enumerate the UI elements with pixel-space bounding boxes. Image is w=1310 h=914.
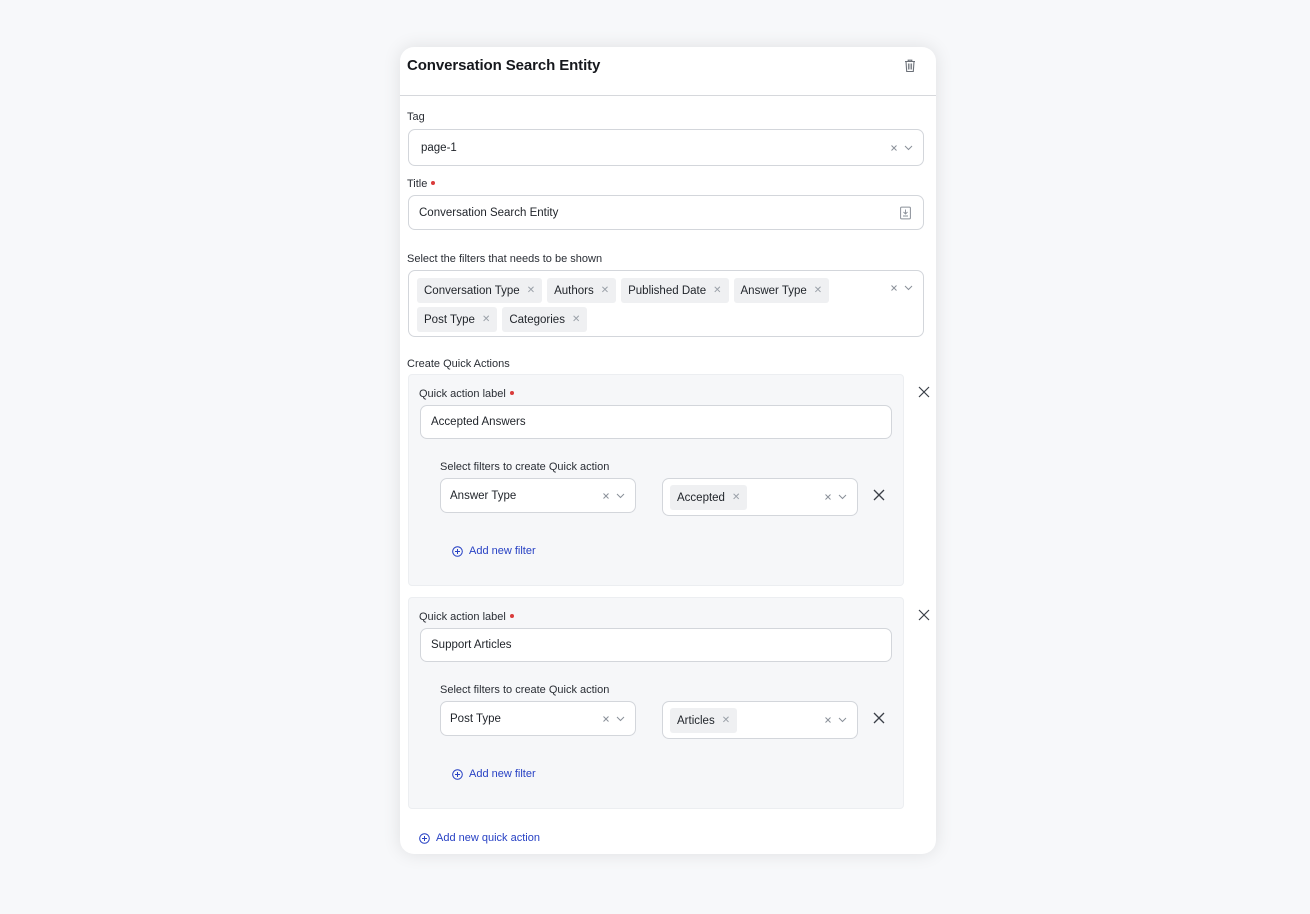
filter-values-multiselect[interactable]: Accepted ✕ [662,478,858,516]
filter-chip: Authors ✕ [547,278,617,303]
plus-circle-icon [452,768,463,780]
chip-label: Articles [677,714,715,727]
clear-icon[interactable] [602,492,610,500]
clear-icon[interactable] [890,144,898,152]
clear-icon[interactable] [824,716,832,724]
add-quick-action-label: Add new quick action [436,832,540,844]
title-input[interactable]: Conversation Search Entity [408,195,924,230]
filter-field-select[interactable]: Post Type [440,701,636,736]
filter-chip: Published Date ✕ [621,278,729,303]
chevron-down-icon[interactable] [838,717,847,723]
add-filter-button[interactable]: Add new filter [452,545,536,557]
entity-panel: Conversation Search Entity Tag page-1 Ti… [400,47,936,854]
filters-caption: Select filters to create Quick action [440,684,610,696]
required-indicator [509,391,514,396]
add-filter-button[interactable]: Add new filter [452,768,536,780]
panel-title: Conversation Search Entity [407,57,601,74]
chip-label: Accepted [677,491,725,504]
caption-text: Quick action label [419,611,506,623]
remove-quick-action-icon[interactable] [918,609,930,621]
title-label-text: Title [407,178,428,190]
filter-value-chip: Articles ✕ [670,708,738,733]
filters-caption: Select filters to create Quick action [440,461,610,473]
chip-label: Categories [509,313,565,326]
remove-chip-icon[interactable]: ✕ [482,314,490,325]
chip-label: Published Date [628,284,707,297]
filter-chip: Conversation Type ✕ [417,278,543,303]
filter-chip: Answer Type ✕ [733,278,830,303]
remove-chip-icon[interactable]: ✕ [814,285,822,296]
chip-label: Conversation Type [424,284,520,297]
filters-multiselect[interactable]: Conversation Type ✕ Authors ✕ Published Date… [408,270,924,337]
remove-filter-icon[interactable] [873,712,885,724]
tag-label: Tag [407,111,425,123]
clear-icon[interactable] [890,284,898,292]
required-indicator [509,614,514,619]
filter-chip: Post Type ✕ [417,307,498,332]
filter-field-value: Post Type [450,712,501,725]
filter-value-chip: Accepted ✕ [670,485,748,510]
chip-label: Answer Type [740,284,807,297]
plus-circle-icon [419,832,430,844]
filter-field-value: Answer Type [450,489,517,502]
chevron-down-icon[interactable] [904,285,913,291]
caption-text: Quick action label [419,388,506,400]
filter-value-chips: Accepted ✕ [670,485,817,510]
remove-chip-icon[interactable]: ✕ [527,285,535,296]
variable-insert-icon[interactable] [900,206,911,219]
quick-action-label-input[interactable]: Accepted Answers [420,405,892,439]
add-filter-label: Add new filter [469,768,536,780]
remove-chip-icon[interactable]: ✕ [732,492,740,503]
plus-circle-icon [452,545,463,557]
title-value: Conversation Search Entity [419,206,559,219]
filter-values-multiselect[interactable]: Articles ✕ [662,701,858,739]
delete-button[interactable] [902,58,918,74]
filter-field-select[interactable]: Answer Type [440,478,636,513]
title-label: Title [407,178,436,190]
quick-actions-label: Create Quick Actions [407,358,510,370]
remove-chip-icon[interactable]: ✕ [722,715,730,726]
chevron-down-icon[interactable] [904,145,913,151]
chevron-down-icon[interactable] [838,494,847,500]
filter-chips: Conversation Type ✕ Authors ✕ Published Date… [417,278,883,332]
quick-action-label-value: Accepted Answers [431,416,526,428]
chevron-down-icon[interactable] [616,716,625,722]
quick-action-label-caption: Quick action label [419,611,514,623]
filter-value-chips: Articles ✕ [670,708,817,733]
clear-icon[interactable] [602,715,610,723]
remove-quick-action-icon[interactable] [918,386,930,398]
remove-chip-icon[interactable]: ✕ [572,314,580,325]
chip-label: Post Type [424,313,475,326]
remove-chip-icon[interactable]: ✕ [601,285,609,296]
quick-action-label-value: Support Articles [431,639,512,651]
add-quick-action-button[interactable]: Add new quick action [419,832,540,844]
panel-header: Conversation Search Entity [400,47,936,96]
quick-action-label-input[interactable]: Support Articles [420,628,892,662]
remove-filter-icon[interactable] [873,489,885,501]
filters-label: Select the filters that needs to be show… [407,253,603,265]
filter-chip: Categories ✕ [502,307,588,332]
tag-select[interactable]: page-1 [408,129,924,166]
quick-action-card: Quick action label Support Articles Sele… [408,597,904,809]
add-filter-label: Add new filter [469,545,536,557]
quick-action-label-caption: Quick action label [419,388,514,400]
tag-value: page-1 [421,141,457,154]
clear-icon[interactable] [824,493,832,501]
remove-chip-icon[interactable]: ✕ [713,285,721,296]
quick-action-card: Quick action label Accepted Answers Sele… [408,374,904,586]
chip-label: Authors [554,284,594,297]
trash-icon [905,59,915,73]
chevron-down-icon[interactable] [616,493,625,499]
required-indicator [431,181,436,186]
